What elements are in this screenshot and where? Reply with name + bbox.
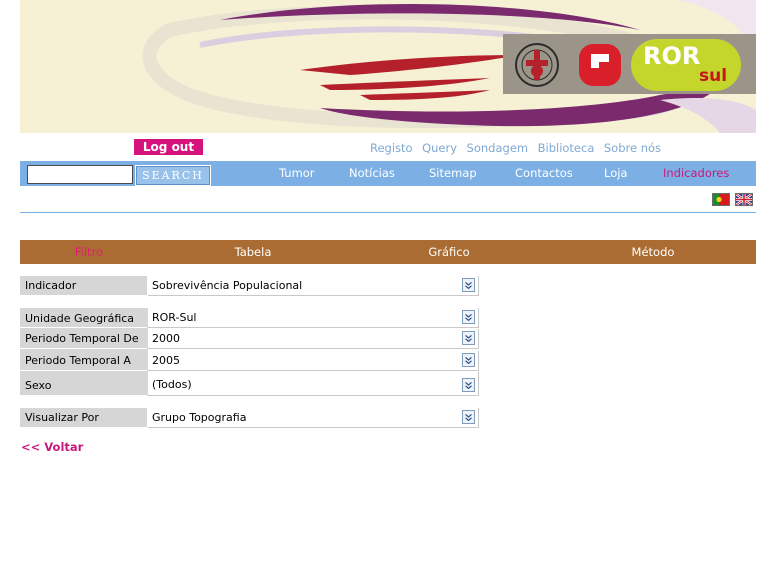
visualizar-value: Grupo Topografia (152, 411, 247, 424)
link-sondagem[interactable]: Sondagem (467, 141, 529, 155)
periodo-de-value: 2000 (152, 332, 180, 345)
unidade-select[interactable]: ROR-Sul (148, 308, 479, 328)
indicador-value: Sobrevivência Populacional (152, 279, 303, 292)
visualizar-row: Visualizar Por Grupo Topografia (20, 408, 479, 428)
periodo-de-label: Periodo Temporal De (20, 329, 147, 349)
visualizar-label: Visualizar Por (20, 408, 147, 428)
link-query[interactable]: Query (422, 141, 457, 155)
chevron-down-icon[interactable] (462, 353, 475, 367)
link-registo[interactable]: Registo (370, 141, 413, 155)
crest-logo-icon (515, 43, 559, 87)
periodo-de-row: Periodo Temporal De 2000 (20, 329, 479, 349)
periodo-a-select[interactable]: 2005 (148, 351, 479, 371)
indicador-select[interactable]: Sobrevivência Populacional (148, 276, 479, 296)
search-button[interactable]: SEARCH (135, 165, 211, 186)
ror-logo-text: ROR (643, 42, 701, 70)
sexo-row: Sexo (Todos) (20, 372, 479, 396)
nav-item-contactos[interactable]: Contactos (515, 161, 573, 186)
nav-item-indicadores[interactable]: Indicadores (663, 161, 729, 186)
logout-button[interactable]: Log out (134, 139, 203, 155)
pt-flag-icon[interactable] (712, 193, 730, 206)
uk-flag-icon[interactable] (735, 193, 753, 206)
sexo-value: (Todos) (152, 378, 192, 391)
tab-grafico[interactable]: Gráfico (380, 240, 518, 264)
back-link[interactable]: << Voltar (21, 440, 83, 454)
visualizar-select[interactable]: Grupo Topografia (148, 408, 479, 428)
chevron-down-icon[interactable] (462, 331, 475, 345)
nav-item-tumor[interactable]: Tumor (279, 161, 315, 186)
partner-logos: ROR sul (503, 34, 756, 94)
header-banner: ROR sul (20, 0, 756, 133)
periodo-a-value: 2005 (152, 354, 180, 367)
sexo-label: Sexo (20, 372, 147, 396)
ipo-logo-icon (579, 44, 621, 86)
unidade-value: ROR-Sul (152, 311, 197, 324)
indicador-label: Indicador (20, 276, 147, 296)
tab-metodo[interactable]: Método (584, 240, 722, 264)
tab-tabela[interactable]: Tabela (184, 240, 322, 264)
ror-sul-logo: ROR sul (631, 39, 741, 91)
header-divider (20, 212, 756, 213)
chevron-down-icon[interactable] (462, 310, 475, 324)
link-biblioteca[interactable]: Biblioteca (538, 141, 595, 155)
periodo-de-select[interactable]: 2000 (148, 329, 479, 349)
sul-logo-text: sul (699, 66, 728, 86)
top-links: Registo Query Sondagem Biblioteca Sobre … (370, 141, 667, 157)
chevron-down-icon[interactable] (462, 378, 475, 392)
indicador-row: Indicador Sobrevivência Populacional (20, 276, 479, 296)
chevron-down-icon[interactable] (462, 278, 475, 292)
unidade-label: Unidade Geográfica (20, 308, 147, 328)
tab-filtro[interactable]: Filtro (20, 240, 158, 264)
periodo-a-row: Periodo Temporal A 2005 (20, 351, 479, 371)
tab-bar: Filtro Tabela Gráfico Método (20, 240, 756, 264)
unidade-row: Unidade Geográfica ROR-Sul (20, 308, 479, 328)
search-input[interactable] (27, 165, 133, 184)
sexo-select[interactable]: (Todos) (148, 372, 479, 396)
link-sobre-nos[interactable]: Sobre nós (604, 141, 661, 155)
nav-item-sitemap[interactable]: Sitemap (429, 161, 477, 186)
chevron-down-icon[interactable] (462, 410, 475, 424)
nav-item-loja[interactable]: Loja (604, 161, 627, 186)
nav-item-noticias[interactable]: Notícias (349, 161, 395, 186)
main-nav: SEARCH Tumor Notícias Sitemap Contactos … (20, 161, 756, 186)
periodo-a-label: Periodo Temporal A (20, 351, 147, 371)
